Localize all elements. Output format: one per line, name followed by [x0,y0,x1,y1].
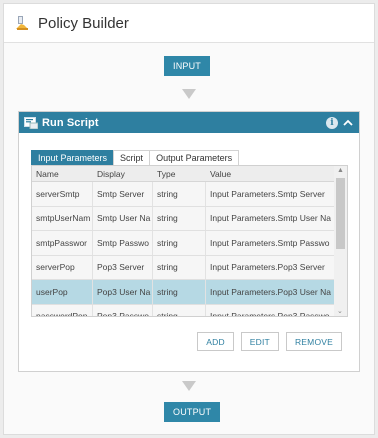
info-icon[interactable]: i [326,116,338,129]
scrollbar-thumb[interactable] [336,178,345,249]
cell-type: string [153,255,206,279]
flow-arrow-down-icon [182,381,196,391]
table-row[interactable]: passwordPop Pop3 Passwo string Input Par… [32,304,347,317]
scroll-down-icon[interactable]: ⌄ [337,307,343,315]
cell-name: smtpPasswor [32,231,93,255]
run-script-panel: Run Script i Input Parameters Script Out… [18,111,360,372]
cell-name: smtpUserNam [32,206,93,230]
cell-type: string [153,206,206,230]
cell-display: Pop3 User Na [93,280,153,304]
table-row[interactable]: smtpUserNam Smtp User Na string Input Pa… [32,206,347,231]
panel-header: Run Script i [19,112,359,133]
chevron-up-icon[interactable] [341,117,355,129]
cell-value: Input Parameters.Smtp User Na [210,213,331,224]
cell-display: Pop3 Passwo [93,304,153,316]
add-button[interactable]: ADD [197,332,234,351]
cell-value: Input Parameters.Smtp Server [210,188,325,199]
column-header-name[interactable]: Name [32,166,93,181]
column-header-type[interactable]: Type [153,166,206,181]
cell-value: Input Parameters.Pop3 Passwo [210,311,330,317]
flow-arrow-down-icon [182,89,196,99]
column-header-value[interactable]: Value [206,166,335,181]
remove-button[interactable]: REMOVE [285,332,342,351]
tab-script[interactable]: Script [113,150,151,165]
table-row[interactable]: serverPop Pop3 Server string Input Param… [32,255,347,280]
cell-type: string [153,280,206,304]
cell-value: Input Parameters.Pop3 User Na [210,286,331,297]
page-title: Policy Builder [38,14,129,32]
parameters-table: Name Display Type Value serverSmtp Smtp … [31,165,348,317]
cell-type: string [153,231,206,255]
cell-display: Smtp Passwo [93,231,153,255]
policy-builder-icon [16,16,28,30]
table-row[interactable]: smtpPasswor Smtp Passwo string Input Par… [32,231,347,256]
input-node-button[interactable]: INPUT [164,56,210,76]
edit-button[interactable]: EDIT [240,332,279,351]
panel-title: Run Script [42,116,99,129]
cell-name: serverSmtp [32,182,93,206]
cell-value: Input Parameters.Smtp Passwo [210,237,330,248]
tab-bar: Input Parameters Script Output Parameter… [31,150,240,165]
cell-display: Smtp Server [93,182,153,206]
cell-display: Pop3 Server [93,255,153,279]
output-node-button[interactable]: OUTPUT [164,402,221,422]
scroll-up-icon[interactable]: ▲ [337,167,344,174]
cell-name: passwordPop [32,304,93,316]
cell-display: Smtp User Na [93,206,153,230]
cell-type: string [153,182,206,206]
table-scrollbar[interactable]: ▲ ⌄ [334,166,347,316]
column-header-display[interactable]: Display [93,166,153,181]
table-row[interactable]: serverSmtp Smtp Server string Input Para… [32,182,347,207]
tab-input-parameters[interactable]: Input Parameters [31,150,115,165]
table-row-selected[interactable]: userPop Pop3 User Na string Input Parame… [32,280,347,305]
cell-value: Input Parameters.Pop3 Server [210,262,325,273]
script-icon [24,116,38,129]
tab-output-parameters[interactable]: Output Parameters [149,150,240,165]
header-bar: Policy Builder [4,4,374,43]
cell-name: userPop [32,280,93,304]
cell-type: string [153,304,206,316]
cell-name: serverPop [32,255,93,279]
table-header: Name Display Type Value [32,166,347,182]
policy-builder-frame: Policy Builder INPUT Run Script i Input … [3,3,375,435]
table-actions: ADD EDIT REMOVE [197,332,342,351]
